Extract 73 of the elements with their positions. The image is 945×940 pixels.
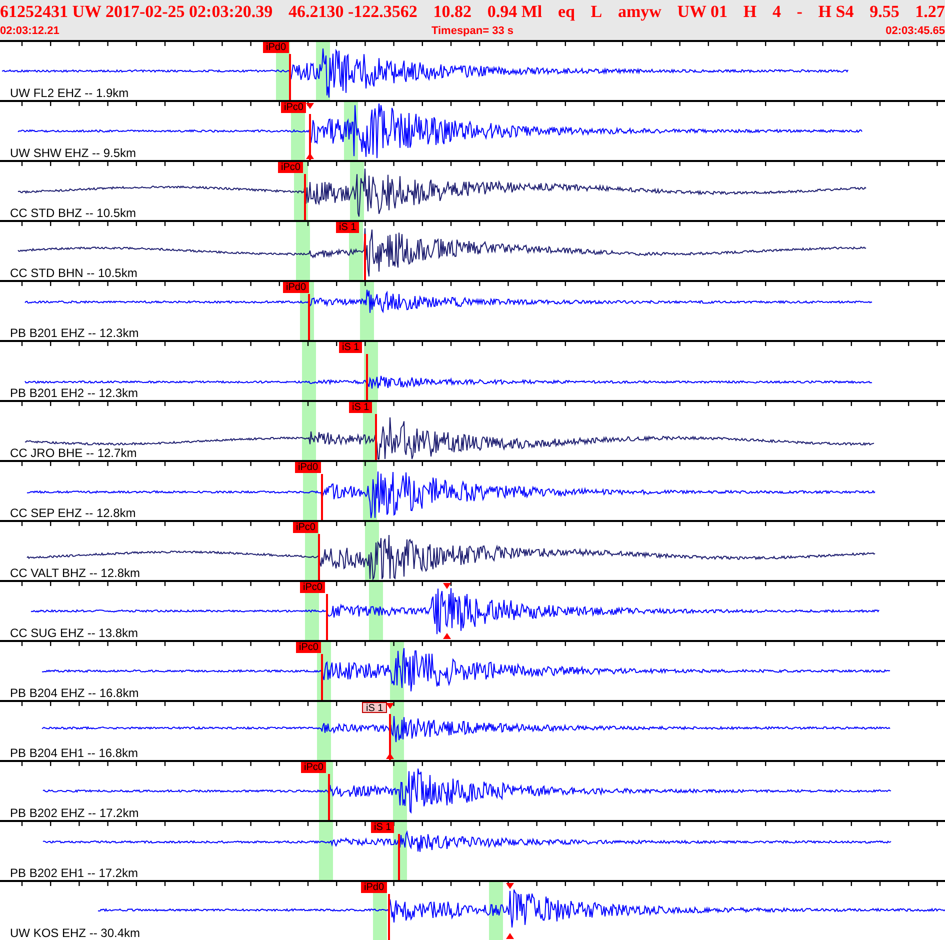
channel-label: CC VALT BHZ -- 12.8km	[10, 567, 140, 580]
event-info: eq	[558, 2, 575, 20]
pick-line	[398, 834, 400, 880]
event-info: 4	[772, 2, 781, 20]
channel-label: CC STD BHN -- 10.5km	[10, 267, 138, 280]
pick-label[interactable]: iPc0	[278, 162, 304, 173]
channel-label: UW KOS EHZ -- 30.4km	[10, 927, 140, 940]
event-info: 1.27	[915, 2, 945, 20]
pick-line	[308, 294, 310, 340]
event-info: amyw	[618, 2, 662, 20]
pick-label[interactable]: iS 1	[371, 822, 394, 833]
pick-line	[388, 894, 390, 940]
event-info: H	[743, 2, 757, 20]
time-window-band	[369, 582, 383, 640]
time-window-band	[489, 882, 503, 940]
pick-label[interactable]: iS 1	[336, 222, 360, 233]
event-info: L	[590, 2, 602, 20]
channel-label: PB B202 EHZ -- 17.2km	[10, 807, 139, 820]
pick-label[interactable]: iPc0	[281, 102, 306, 113]
triangle-marker-icon	[506, 883, 514, 939]
channel-label: CC STD BHZ -- 10.5km	[10, 207, 136, 220]
time-window-band	[302, 342, 316, 400]
channel-label: CC SEP EHZ -- 12.8km	[10, 507, 136, 520]
channel-label: PB B202 EH1 -- 17.2km	[10, 867, 138, 880]
pick-label[interactable]: iPd0	[295, 462, 322, 473]
timespan-label: Timespan= 33 s	[431, 26, 514, 36]
pick-label[interactable]: iS 1	[339, 342, 362, 353]
pick-line	[289, 54, 291, 100]
time-window-band	[319, 822, 333, 880]
time-window-band	[317, 702, 331, 760]
pick-label[interactable]: iPd0	[263, 42, 290, 53]
start-time: 02:03:12.21	[0, 26, 60, 36]
pick-line	[366, 354, 368, 400]
event-info: H S4	[818, 2, 854, 20]
event-info: 10.82	[433, 2, 472, 20]
triangle-marker-icon	[386, 703, 394, 759]
event-info: UW 01	[677, 2, 728, 20]
time-window-band	[296, 222, 310, 280]
channel-label: UW FL2 EHZ -- 1.9km	[10, 87, 129, 100]
event-info: -	[796, 2, 802, 20]
channel-label: PB B204 EH1 -- 16.8km	[10, 747, 138, 760]
pick-line	[375, 414, 377, 460]
pick-line	[318, 534, 320, 580]
channel-label: UW SHW EHZ -- 9.5km	[10, 147, 136, 160]
channel-label: PB B204 EHZ -- 16.8km	[10, 687, 139, 700]
channel-label: CC SUG EHZ -- 13.8km	[10, 627, 138, 640]
time-window-band	[302, 402, 316, 460]
channel-label: CC JRO BHE -- 12.7km	[10, 447, 137, 460]
pick-label[interactable]: iPc0	[301, 762, 326, 773]
pick-line	[326, 594, 328, 640]
pick-line	[321, 474, 323, 520]
pick-line	[389, 714, 391, 760]
channel-label: PB B201 EH2 -- 12.3km	[10, 387, 138, 400]
pick-line	[309, 114, 311, 160]
pick-label[interactable]: iPc0	[296, 642, 322, 653]
event-info: 61252431 UW 2017-02-25 02:03:20.39	[0, 2, 273, 20]
pick-label[interactable]: iPd0	[361, 882, 388, 893]
end-time: 02:03:45.65	[886, 26, 945, 36]
pick-label[interactable]: iS 1	[362, 702, 388, 713]
pick-line	[328, 774, 330, 820]
event-info: 9.55	[870, 2, 900, 20]
pick-label[interactable]: iS 1	[349, 402, 372, 413]
channel-label: PB B201 EHZ -- 12.3km	[10, 327, 139, 340]
pick-label[interactable]: iPd0	[283, 282, 310, 293]
pick-label[interactable]: iPc0	[300, 582, 326, 593]
event-info: 0.94 Ml	[487, 2, 542, 20]
triangle-marker-icon	[306, 103, 314, 159]
pick-line	[364, 234, 366, 280]
triangle-marker-icon	[443, 583, 451, 639]
pick-line	[321, 654, 323, 700]
pick-label[interactable]: iPc0	[293, 522, 318, 533]
event-info: 46.2130 -122.3562	[288, 2, 418, 20]
pick-line	[304, 174, 306, 220]
